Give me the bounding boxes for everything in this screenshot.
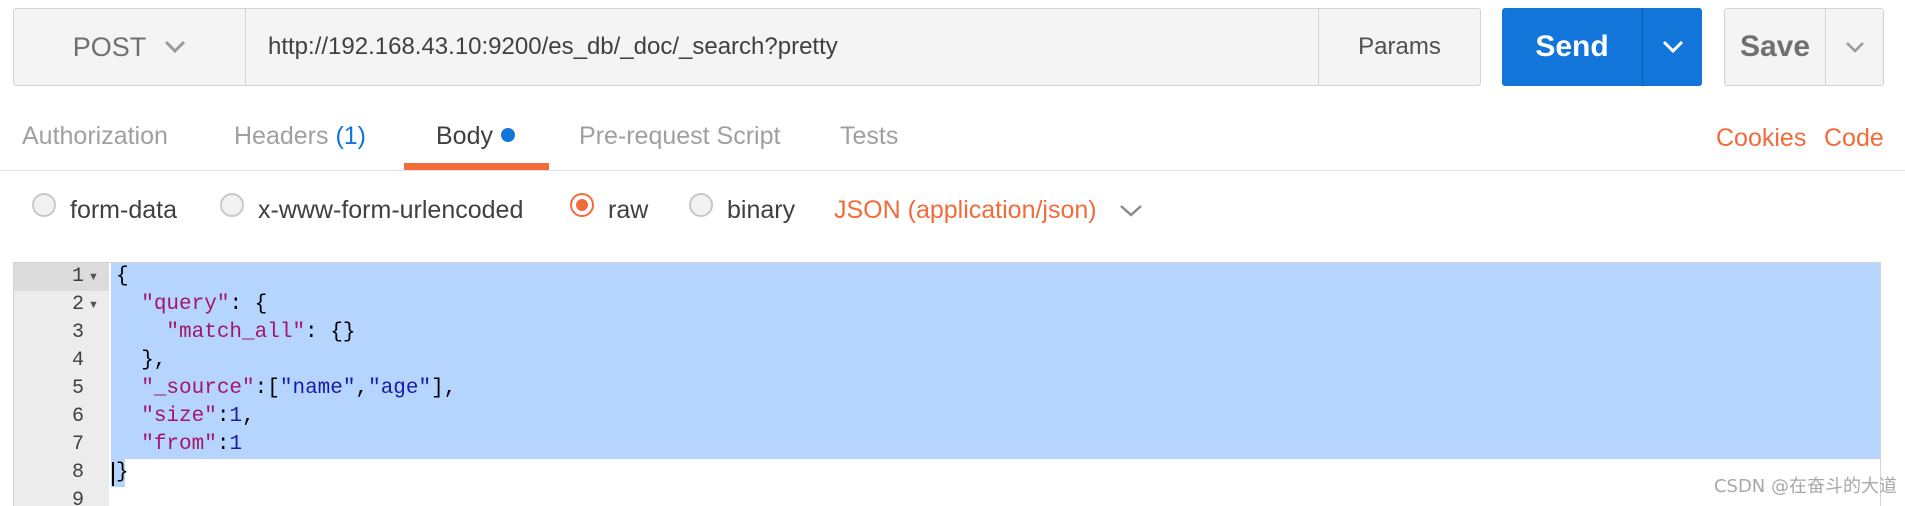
line-number: 5 — [71, 377, 84, 400]
radio-selected-icon — [570, 192, 594, 217]
code-line: "_source":["name","age"], — [141, 377, 457, 400]
option-label: raw — [608, 196, 649, 224]
radio-binary[interactable]: binary — [689, 192, 796, 225]
save-dropdown[interactable] — [1825, 9, 1883, 85]
line-number: 1 — [71, 265, 84, 288]
code-line: "from":1 — [141, 433, 243, 456]
tab-tests[interactable]: Tests — [840, 122, 898, 151]
chevron-down-icon — [1845, 42, 1864, 53]
send-dropdown[interactable] — [1642, 8, 1702, 86]
option-label: binary — [727, 196, 796, 224]
tab-pre-request-script[interactable]: Pre-request Script — [579, 122, 780, 151]
code-line: "match_all": {} — [166, 321, 356, 344]
code-line: { — [116, 265, 129, 288]
params-button[interactable]: Params — [1318, 9, 1480, 85]
text-cursor — [112, 462, 114, 486]
url-input[interactable] — [246, 9, 1318, 85]
radio-x-www-form-urlencoded[interactable]: x-www-form-urlencoded — [220, 192, 524, 225]
active-tab-indicator — [404, 163, 549, 170]
line-number: 7 — [71, 433, 84, 456]
body-editor[interactable]: 1 2 3 4 5 6 7 8 9 ▼ ▼ { "query": { "matc… — [13, 262, 1881, 506]
tab-label: Headers — [234, 122, 329, 150]
radio-raw[interactable]: raw — [570, 192, 649, 225]
line-number: 4 — [71, 349, 84, 372]
save-button[interactable]: Save — [1724, 8, 1884, 86]
save-label: Save — [1739, 30, 1811, 63]
tab-headers[interactable]: Headers (1) — [234, 122, 366, 151]
radio-icon — [32, 192, 56, 217]
tab-body[interactable]: Body — [436, 122, 515, 151]
radio-form-data[interactable]: form-data — [32, 192, 177, 225]
modified-dot-icon — [500, 128, 515, 142]
fold-arrow-icon[interactable]: ▼ — [88, 291, 100, 319]
line-number: 9 — [71, 489, 84, 506]
watermark: CSDN @在奋斗的大道 — [1713, 476, 1897, 497]
body-type-selector: form-data x-www-form-urlencoded raw bina… — [0, 190, 1200, 235]
code-line: } — [116, 461, 129, 484]
method-dropdown[interactable]: POST — [14, 9, 246, 85]
radio-icon — [689, 192, 713, 217]
send-label: Send — [1535, 30, 1609, 63]
line-number: 8 — [71, 461, 84, 484]
code-line: "query": { — [141, 293, 268, 316]
option-label: x-www-form-urlencoded — [258, 196, 524, 224]
content-type-label: JSON (application/json) — [834, 196, 1097, 224]
text-selection — [111, 263, 1880, 459]
headers-count: (1) — [335, 122, 367, 150]
tab-label: Authorization — [22, 122, 168, 150]
radio-icon — [220, 192, 244, 217]
send-button[interactable]: Send — [1502, 8, 1702, 86]
line-number: 3 — [71, 321, 84, 344]
content-type-dropdown[interactable]: JSON (application/json) — [834, 196, 1143, 225]
option-label: form-data — [70, 196, 177, 224]
tab-label: Body — [436, 122, 493, 150]
code-line: }, — [116, 349, 167, 372]
chevron-down-icon — [1662, 40, 1683, 54]
request-tabs: Authorization Headers (1) Body Pre-reque… — [0, 100, 1905, 171]
line-number: 2 — [71, 293, 84, 316]
chevron-down-icon — [1119, 204, 1142, 217]
fold-arrow-icon[interactable]: ▼ — [88, 263, 100, 291]
code-line: "size":1, — [141, 405, 255, 428]
code-link[interactable]: Code — [1824, 124, 1884, 153]
cookies-link[interactable]: Cookies — [1716, 124, 1806, 153]
method-label: POST — [72, 31, 147, 62]
tab-label: Tests — [840, 122, 899, 150]
chevron-down-icon — [164, 40, 186, 54]
line-number: 6 — [71, 405, 84, 428]
request-bar: POST Params — [13, 8, 1481, 86]
tab-label: Pre-request Script — [579, 122, 781, 150]
tab-authorization[interactable]: Authorization — [22, 122, 168, 151]
